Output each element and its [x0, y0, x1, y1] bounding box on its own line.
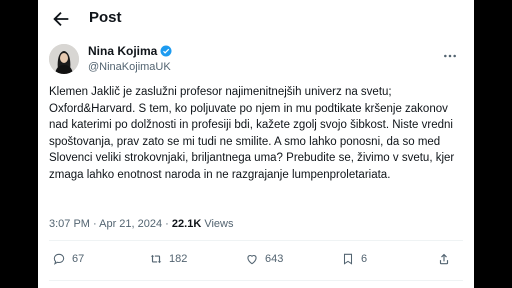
divider-top [49, 240, 463, 241]
tweet-text: Klemen Jaklič je zaslužni profesor najim… [49, 86, 455, 181]
like-button[interactable]: 643 [245, 252, 283, 266]
share-button[interactable] [437, 252, 457, 266]
page-title: Post [89, 9, 122, 26]
action-bar: 67 182 643 6 [38, 246, 474, 276]
like-icon [247, 255, 257, 265]
repost-button[interactable]: 182 [149, 252, 187, 266]
bookmark-icon [343, 253, 353, 265]
divider-bottom [49, 280, 463, 281]
like-count: 643 [265, 253, 284, 265]
timestamp[interactable]: 3:07 PM · Apr 21, 2024 · [49, 218, 172, 230]
author-handle[interactable]: @NinaKojimaUK [88, 60, 172, 74]
views-count: 22.1K [171, 218, 202, 230]
bookmark-count: 6 [361, 253, 368, 265]
bookmark-button[interactable]: 6 [341, 252, 367, 266]
avatar[interactable] [49, 44, 79, 74]
views-label: Views [201, 218, 234, 230]
post-panel: Post Nina Kojima @NinaKojimaUK Klemen Ja… [38, 0, 474, 288]
share-icon [439, 253, 449, 265]
author-name-row: Nina Kojima [88, 44, 172, 58]
repost-icon [150, 254, 162, 264]
header: Post [38, 0, 474, 38]
avatar-image [49, 44, 79, 74]
repost-count: 182 [169, 253, 188, 265]
author-block: Nina Kojima @NinaKojimaUK [88, 44, 172, 74]
reply-button[interactable]: 67 [52, 252, 84, 266]
reply-icon [53, 253, 65, 265]
reply-count: 67 [72, 253, 85, 265]
author-name[interactable]: Nina Kojima [88, 44, 157, 58]
tweet-meta: 3:07 PM · Apr 21, 2024 · 22.1K Views [49, 218, 233, 230]
more-icon[interactable] [442, 48, 458, 64]
back-arrow-icon[interactable] [50, 8, 72, 30]
verified-badge-icon [160, 45, 172, 57]
